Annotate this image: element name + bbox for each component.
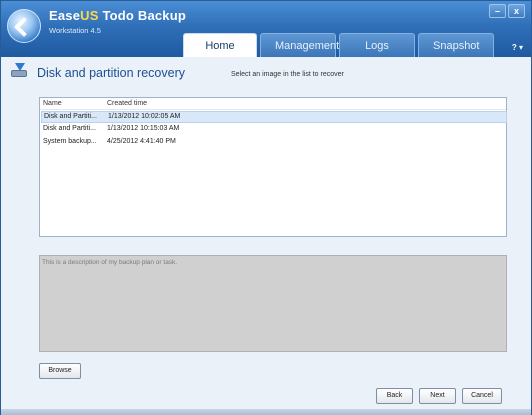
brand-prefix: Ease	[49, 8, 81, 23]
column-header-created-time[interactable]: Created time	[107, 100, 147, 107]
app-brand: EaseUS Todo Backup	[49, 8, 186, 23]
brand-us: US	[80, 8, 99, 23]
tab-logs[interactable]: Logs	[339, 33, 415, 57]
tab-management[interactable]: Management	[260, 33, 339, 57]
minimize-button[interactable]: –	[489, 4, 506, 18]
list-item[interactable]: System backup... 4/25/2012 4:41:40 PM	[41, 137, 507, 149]
close-button[interactable]: x	[508, 4, 525, 18]
list-header: Name Created time	[40, 98, 506, 110]
image-list[interactable]: Name Created time Disk and Partiti... 1/…	[39, 97, 507, 237]
list-item-time: 1/13/2012 10:02:05 AM	[108, 113, 181, 120]
list-item-time: 4/25/2012 4:41:40 PM	[107, 138, 176, 145]
help-menu-icon[interactable]: ? ▾	[512, 43, 523, 52]
status-bar	[1, 409, 531, 415]
column-header-name[interactable]: Name	[43, 100, 62, 107]
window-controls: – x	[489, 4, 525, 18]
list-item-time: 1/13/2012 10:15:03 AM	[107, 125, 180, 132]
list-item-name: System backup...	[43, 138, 97, 145]
page-title: Disk and partition recovery	[37, 66, 185, 80]
description-box: This is a description of my backup plan …	[39, 255, 507, 352]
tab-home[interactable]: Home	[183, 33, 257, 57]
list-item-name: Disk and Partiti...	[44, 113, 97, 120]
page-hint: Select an image in the list to recover	[231, 71, 344, 78]
list-item-name: Disk and Partiti...	[43, 125, 96, 132]
description-text: This is a description of my backup plan …	[42, 259, 178, 266]
header-bar: EaseUS Todo Backup Workstation 4.5 – x H…	[1, 1, 531, 57]
main-content: Disk and partition recovery Select an im…	[1, 57, 531, 414]
app-logo-icon	[7, 9, 41, 43]
cancel-button[interactable]: Cancel	[462, 388, 502, 404]
next-button[interactable]: Next	[419, 388, 456, 404]
list-item[interactable]: Disk and Partiti... 1/13/2012 10:15:03 A…	[41, 124, 507, 136]
app-window: EaseUS Todo Backup Workstation 4.5 – x H…	[0, 0, 532, 415]
disk-recovery-icon	[10, 63, 28, 79]
tab-snapshot[interactable]: Snapshot	[418, 33, 494, 57]
main-tabs: Home Management Logs Snapshot	[183, 33, 494, 57]
app-edition: Workstation 4.5	[49, 26, 101, 35]
list-item[interactable]: Disk and Partiti... 1/13/2012 10:02:05 A…	[41, 111, 507, 123]
browse-button[interactable]: Browse	[39, 363, 81, 379]
back-button[interactable]: Back	[376, 388, 413, 404]
brand-suffix: Todo Backup	[98, 8, 187, 23]
